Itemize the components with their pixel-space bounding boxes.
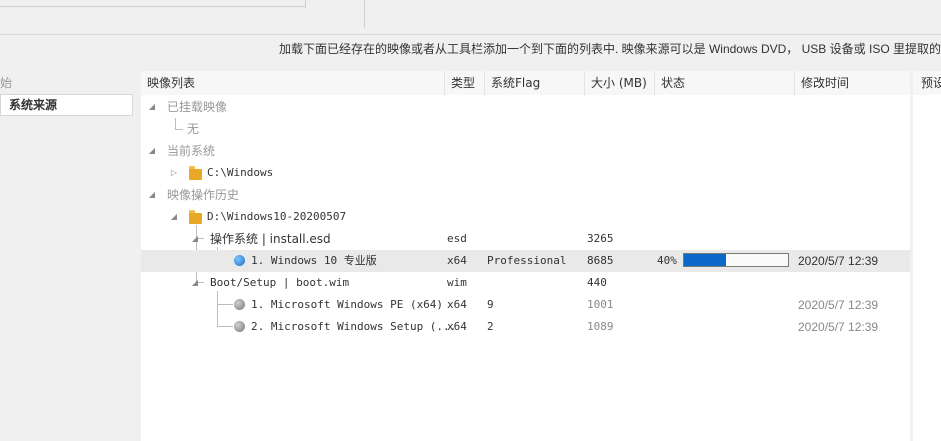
image-type: esd [447,232,467,245]
hint-text: 加载下面已经存在的映像或者从工具栏添加一个到下面的列表中. 映像来源可以是 Wi… [278,42,941,56]
edition-status-icon [234,299,245,310]
tree-group-label: 已挂载映像 [167,100,228,114]
edition-flag: 2 [487,320,494,333]
edition-arch: x64 [447,254,467,267]
image-file-row[interactable]: ◢ Boot/Setup | boot.wim wim 440 [141,272,910,294]
column-header-image-list[interactable]: 映像列表 [141,71,445,95]
edition-modified-time: 2020/5/7 12:39 [798,254,879,268]
column-header-modified-time[interactable]: 修改时间 [795,71,910,95]
edition-name: 1. Windows 10 专业版 [251,254,377,267]
tree-group-mounted[interactable]: ◢ 已挂载映像 [141,96,910,118]
image-file-row[interactable]: ◢ 操作系统 | install.esd esd 3265 [141,228,910,250]
edition-progress-bar [683,253,789,267]
folder-path: C:\Windows [207,166,274,179]
edition-arch: x64 [447,298,467,311]
image-edition-row[interactable]: 1. Microsoft Windows PE (x64) x64 9 1001… [141,294,910,316]
sidebar-section-label: 始 [0,76,13,90]
image-file-name: Boot/Setup | boot.wim [210,276,350,289]
tree-group-label: 当前系统 [167,144,216,158]
image-size: 3265 [587,232,614,245]
collapse-arrow-icon[interactable]: ◢ [147,140,157,162]
edition-status-text: 40% [657,254,677,267]
image-size: 440 [587,276,607,289]
edition-status-icon [234,321,245,332]
preset-pane: 预设 [913,71,941,441]
toolbar-divider [0,6,305,7]
column-header-status[interactable]: 状态 [655,71,795,95]
collapse-arrow-icon[interactable]: ◢ [190,228,200,250]
progress-fill [684,254,726,266]
toolbar-separator [364,0,365,28]
image-file-name: 操作系统 | install.esd [210,232,331,246]
edition-modified-time: 2020/5/7 12:39 [798,320,879,334]
edition-status-icon [234,255,245,266]
image-file-label: 操作系统 | install.esd [210,228,331,250]
image-list-panel: 映像列表 类型 系统Flag 大小 (MB) 状态 修改时间 ◢ 已挂载映像 无… [141,71,910,441]
toolbar-separator [305,0,306,8]
column-header-size[interactable]: 大小 (MB) [585,71,655,95]
edition-size: 1001 [587,298,614,311]
collapse-arrow-icon[interactable]: ◢ [147,96,157,118]
folder-path: D:\Windows10-20200507 [207,210,347,223]
image-edition-row[interactable]: 1. Windows 10 专业版 x64 Professional 8685 … [141,250,910,272]
edition-flag: 9 [487,298,494,311]
edition-size: 8685 [587,254,614,267]
image-edition-row[interactable]: 2. Microsoft Windows Setup (... x64 2 10… [141,316,910,338]
edition-arch: x64 [447,320,467,333]
preset-header: 预设 [913,71,941,95]
tree-item-windows-folder[interactable]: ▷ C:\Windows [141,162,910,184]
folder-icon [189,166,202,180]
collapse-arrow-icon[interactable]: ◢ [169,206,179,228]
tree-group-history[interactable]: ◢ 映像操作历史 [141,184,910,206]
edition-name: 2. Microsoft Windows Setup (... [251,320,457,333]
tree-group-label: 映像操作历史 [167,188,240,202]
image-type: wim [447,276,467,289]
sidebar-item-system-source[interactable]: 系统来源 [0,94,133,116]
expand-arrow-icon[interactable]: ▷ [169,162,179,184]
folder-icon [189,210,202,224]
collapse-arrow-icon[interactable]: ◢ [147,184,157,206]
edition-name: 1. Microsoft Windows PE (x64) [251,298,444,311]
edition-flag: Professional [487,254,567,267]
column-header-type[interactable]: 类型 [445,71,485,95]
column-header-flag[interactable]: 系统Flag [485,71,585,95]
toolbar-strip [0,0,941,35]
edition-modified-time: 2020/5/7 12:39 [798,298,879,312]
empty-placeholder: 无 [187,122,200,136]
collapse-arrow-icon[interactable]: ◢ [190,272,200,294]
tree-item-history-folder[interactable]: ◢ D:\Windows10-20200507 [141,206,910,228]
edition-size: 1089 [587,320,614,333]
tree-group-current-system[interactable]: ◢ 当前系统 [141,140,910,162]
tree-item-empty: 无 [141,118,910,140]
